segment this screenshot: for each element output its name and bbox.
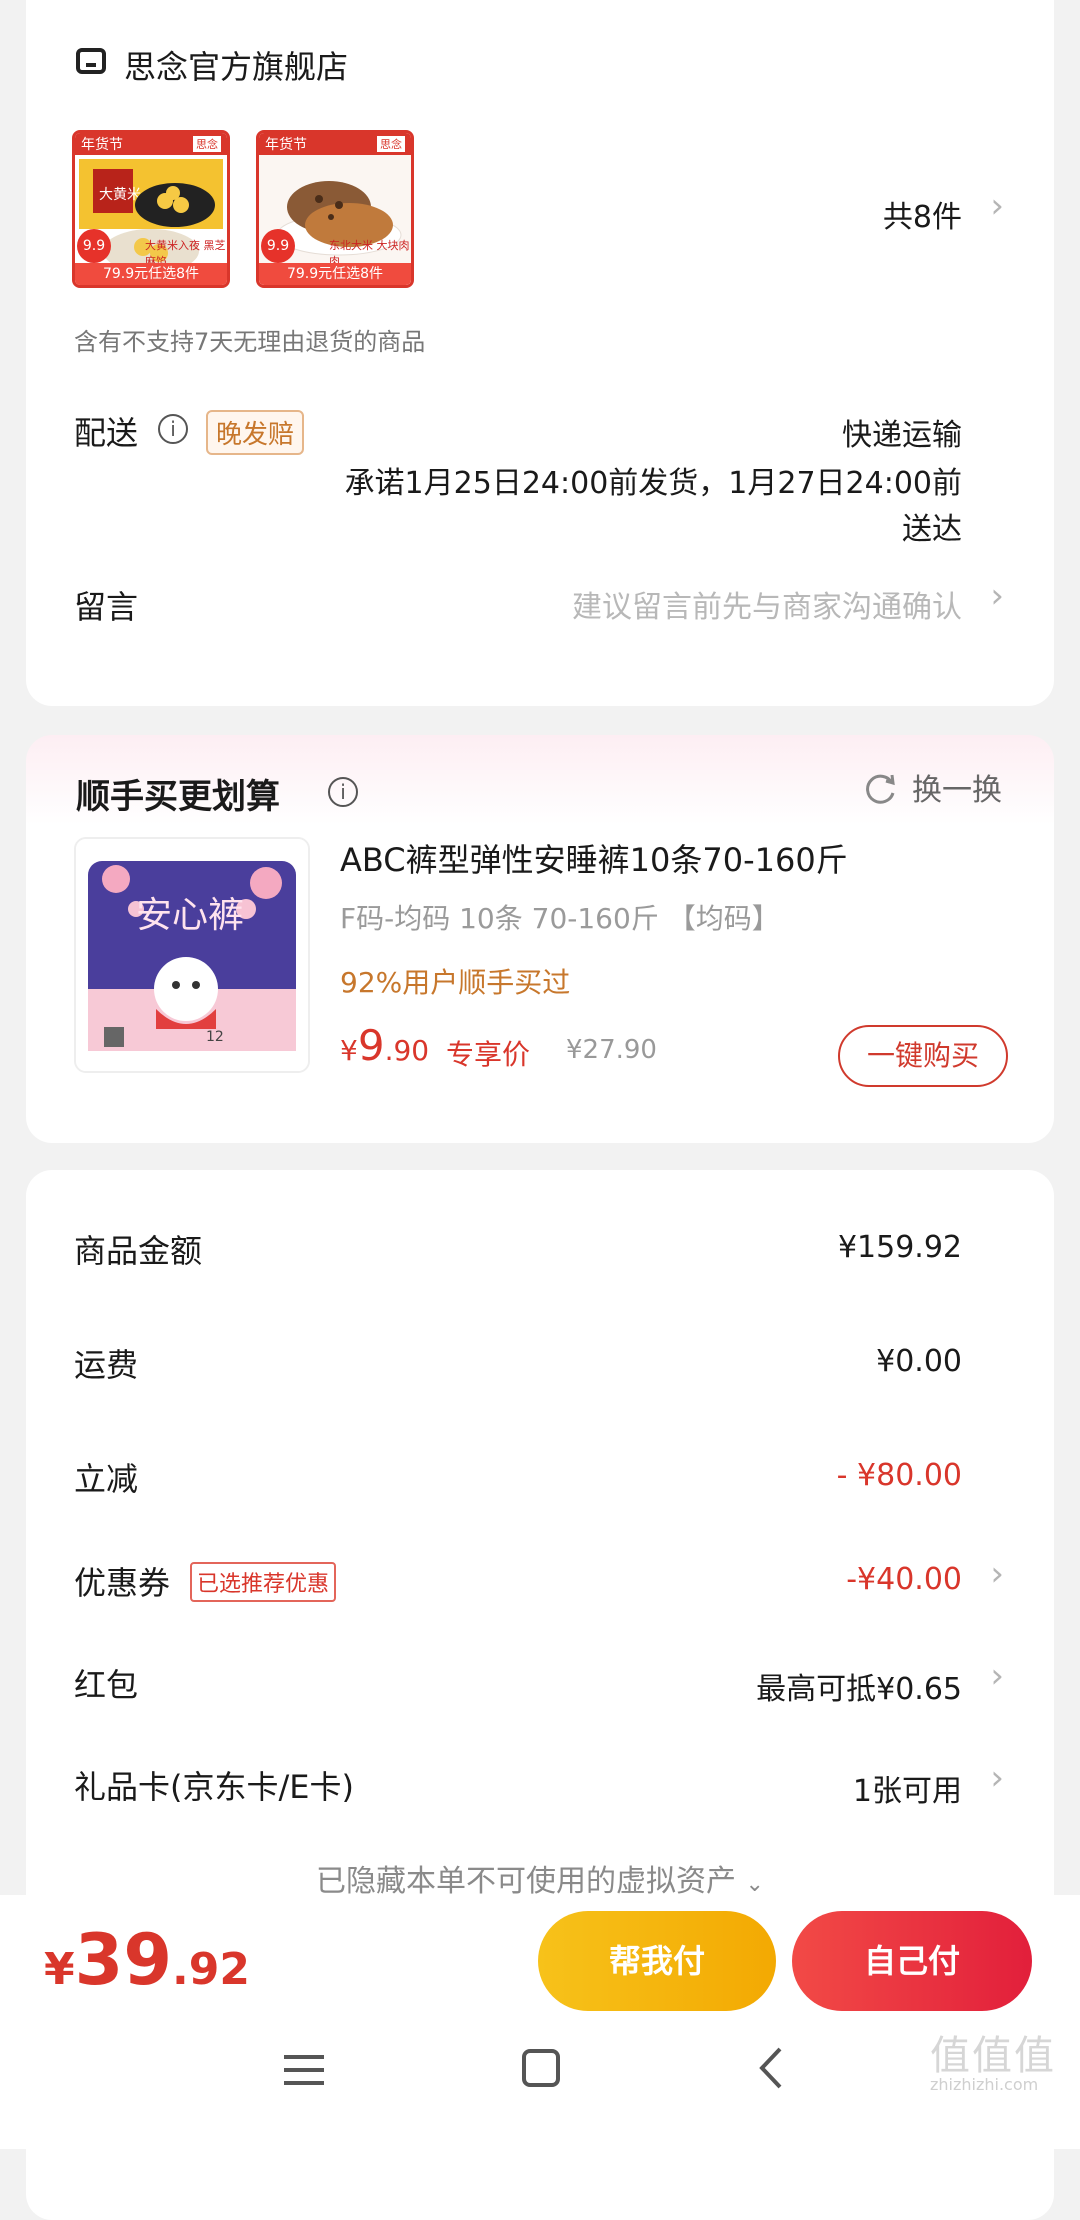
coupon-recommended-badge: 已选推荐优惠 bbox=[190, 1562, 337, 1602]
product-thumbnail[interactable]: 年货节 思念 大黄米 大黄米入夜 黑芝麻馅 9.9 79.9元任选8件 bbox=[72, 130, 230, 288]
coupon-row[interactable]: 优惠券 已选推荐优惠 -¥40.00 › bbox=[26, 1544, 1054, 1624]
home-icon[interactable] bbox=[522, 2049, 560, 2087]
delivery-method: 快递运输 bbox=[842, 418, 962, 453]
instant-discount-label: 立减 bbox=[74, 1460, 139, 1498]
return-policy-notice: 含有不支持7天无理由退货的商品 bbox=[74, 328, 426, 356]
delivery-promise: 承诺1月25日24:00前发货，1月27日24:00前 bbox=[344, 466, 962, 501]
delivery-label: 配送 bbox=[74, 414, 139, 452]
thumb-top-label: 年货节 bbox=[81, 137, 123, 153]
red-packet-row[interactable]: 红包 最高可抵¥0.65 › bbox=[26, 1646, 1054, 1726]
recent-apps-icon[interactable] bbox=[284, 2055, 324, 2085]
message-row[interactable]: 留言 建议留言前先与商家沟通确认 › bbox=[26, 570, 1054, 660]
thumb-promo-bar: 79.9元任选8件 bbox=[259, 263, 411, 285]
watermark-url: zhizhizhi.com bbox=[930, 2075, 1039, 2094]
addon-product-image[interactable]: 安心裤 12 bbox=[74, 837, 310, 1073]
sleep-pants-package-image: 安心裤 12 bbox=[76, 839, 308, 1071]
product-thumbnail[interactable]: 年货节 思念 东北大米 大块肉肉 9.9 79.9元任选8件 bbox=[256, 130, 414, 288]
addon-social-proof: 92%用户顺手买过 bbox=[340, 966, 571, 999]
chevron-right-icon: › bbox=[990, 1554, 1004, 1594]
addon-price: ¥9.90 bbox=[340, 1021, 430, 1070]
svg-text:大黄米: 大黄米 bbox=[99, 186, 141, 203]
thumb-promo-bar: 79.9元任选8件 bbox=[75, 263, 227, 285]
package-count-text: 12 bbox=[206, 1029, 224, 1045]
thumb-price-badge: 9.9 bbox=[77, 229, 111, 263]
info-icon[interactable]: i bbox=[158, 414, 188, 444]
original-price: ¥27.90 bbox=[566, 1035, 657, 1065]
back-icon[interactable] bbox=[756, 2045, 786, 2091]
chevron-right-icon: › bbox=[990, 1656, 1004, 1696]
chevron-right-icon: › bbox=[990, 1758, 1004, 1798]
hidden-assets-text: 已隐藏本单不可使用的虚拟资产 bbox=[316, 1864, 736, 1899]
store-name[interactable]: 思念官方旗舰店 bbox=[124, 42, 348, 88]
delivery-promise-cont: 送达 bbox=[902, 512, 962, 547]
thumb-top-label: 年货节 bbox=[265, 137, 307, 153]
hidden-assets-toggle[interactable]: 已隐藏本单不可使用的虚拟资产 ⌄ bbox=[26, 1856, 1054, 1900]
one-click-buy-button[interactable]: 一键购买 bbox=[838, 1025, 1008, 1087]
exclusive-price-tag: 专享价 bbox=[446, 1038, 531, 1071]
refresh-icon bbox=[866, 774, 895, 804]
help-me-pay-button[interactable]: 帮我付 bbox=[538, 1911, 776, 2011]
item-count[interactable]: 共8件 bbox=[883, 192, 962, 236]
addon-product-name[interactable]: ABC裤型弹性安睡裤10条70-160斤 bbox=[340, 835, 848, 881]
chevron-down-icon: ⌄ bbox=[745, 1872, 764, 1897]
gift-card-row[interactable]: 礼品卡(京东卡/E卡) 1张可用 › bbox=[26, 1748, 1054, 1828]
late-compensation-badge: 晚发赔 bbox=[206, 410, 305, 455]
instant-discount-value: - ¥80.00 bbox=[836, 1458, 962, 1493]
watermark-logo: 值值值 bbox=[930, 2033, 1056, 2079]
addon-title: 顺手买更划算 bbox=[76, 777, 280, 817]
checkout-bar: ¥39.92 帮我付 自己付 值值值 zhizhizhi.com bbox=[0, 1895, 1080, 2149]
total-price: ¥39.92 bbox=[44, 1919, 250, 2001]
addon-recommend-card: 顺手买更划算 i 换一换 安心裤 12 ABC裤型弹性安睡裤10条70-160斤… bbox=[26, 735, 1054, 1143]
refresh-button[interactable]: 换一换 bbox=[866, 765, 1002, 815]
svg-text:安心裤: 安心裤 bbox=[136, 895, 244, 936]
gift-card-value: 1张可用 bbox=[852, 1774, 962, 1809]
message-input[interactable]: 建议留言前先与商家沟通确认 bbox=[572, 582, 962, 626]
shipping-fee-label: 运费 bbox=[74, 1346, 139, 1384]
refresh-label: 换一换 bbox=[912, 773, 1002, 808]
shipping-fee-value: ¥0.00 bbox=[876, 1344, 962, 1379]
coupon-value: -¥40.00 bbox=[846, 1562, 962, 1597]
chevron-right-icon: › bbox=[990, 576, 1004, 616]
store-icon bbox=[76, 48, 106, 74]
chevron-right-icon[interactable]: › bbox=[990, 186, 1004, 226]
red-packet-value: 最高可抵¥0.65 bbox=[756, 1672, 962, 1707]
thumb-price-badge: 9.9 bbox=[261, 229, 295, 263]
goods-amount-value: ¥159.92 bbox=[837, 1230, 962, 1265]
info-icon[interactable]: i bbox=[328, 777, 358, 807]
store-card: 思念官方旗舰店 年货节 思念 大黄米 大黄米入夜 黑芝麻馅 9.9 79.9元任选… bbox=[26, 0, 1054, 706]
coupon-label: 优惠券 bbox=[74, 1564, 171, 1602]
addon-product-spec: F码-均码 10条 70-160斤 【均码】 bbox=[340, 902, 780, 935]
message-label: 留言 bbox=[74, 588, 139, 626]
red-packet-label: 红包 bbox=[74, 1666, 139, 1704]
pay-myself-button[interactable]: 自己付 bbox=[792, 1911, 1032, 2011]
gift-card-label: 礼品卡(京东卡/E卡) bbox=[74, 1768, 354, 1806]
goods-amount-label: 商品金额 bbox=[74, 1232, 203, 1270]
